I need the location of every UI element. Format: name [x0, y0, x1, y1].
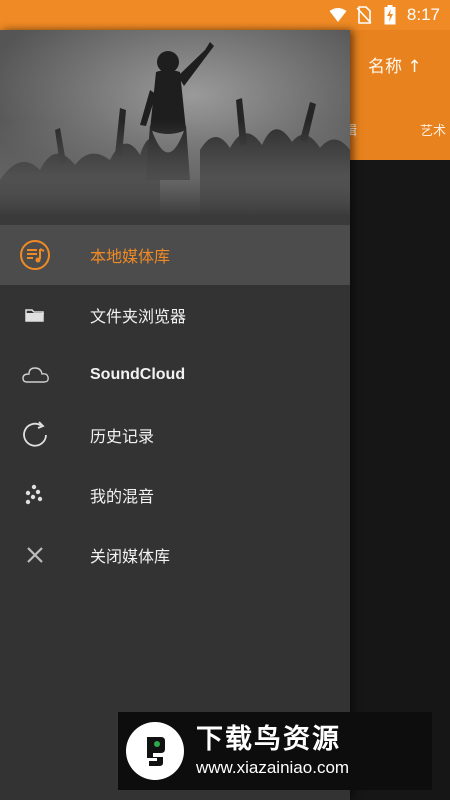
status-time: 8:17: [406, 5, 440, 24]
battery-charging-icon: [381, 5, 399, 25]
drawer-item-soundcloud[interactable]: SoundCloud: [0, 345, 350, 405]
drawer-item-my-mixes[interactable]: 我的混音: [0, 465, 350, 525]
mix-icon: [16, 476, 54, 514]
bird-logo-icon: [126, 722, 184, 780]
status-bar: 8:17: [0, 0, 450, 30]
drawer-header-image: [0, 30, 350, 215]
drawer-item-history[interactable]: 历史记录: [0, 405, 350, 465]
watermark-title: 下载鸟资源: [196, 724, 341, 755]
no-sim-icon: [355, 6, 373, 24]
history-icon: [16, 416, 54, 454]
watermark-url: www.xiazainiao.com: [196, 758, 350, 777]
close-icon: [16, 536, 54, 574]
drawer-item-label: 历史记录: [90, 427, 155, 446]
watermark-text: 下载鸟资源 www.xiazainiao.com: [196, 723, 349, 779]
drawer-item-label: SoundCloud: [90, 366, 186, 383]
drawer-menu: 本地媒体库 文件夹浏览器 SoundCloud 历史记录 我的混音 关闭媒体库: [0, 225, 350, 585]
drawer-item-label: 本地媒体库: [90, 247, 171, 266]
drawer-item-local-library[interactable]: 本地媒体库: [0, 225, 350, 285]
drawer-item-label: 关闭媒体库: [90, 547, 171, 566]
wifi-icon: [329, 6, 347, 24]
drawer-item-label: 文件夹浏览器: [90, 307, 187, 326]
drawer-item-folder-browser[interactable]: 文件夹浏览器: [0, 285, 350, 345]
navigation-drawer: 本地媒体库 文件夹浏览器 SoundCloud 历史记录 我的混音 关闭媒体库: [0, 30, 350, 800]
watermark: 下载鸟资源 www.xiazainiao.com: [118, 712, 432, 790]
screen: 8:17 名称 ↑ 辑 艺术 本地媒体库 文件夹浏览器 SoundCloud 历…: [0, 0, 450, 800]
header-divider: [0, 215, 350, 225]
cloud-icon: [16, 356, 54, 394]
column-header-artist[interactable]: 艺术: [420, 120, 446, 139]
drawer-item-label: 我的混音: [90, 487, 155, 506]
drawer-item-close-library[interactable]: 关闭媒体库: [0, 525, 350, 585]
sort-button[interactable]: 名称 ↑: [368, 52, 422, 77]
playlist-icon: [16, 236, 54, 274]
folder-icon: [16, 296, 54, 334]
